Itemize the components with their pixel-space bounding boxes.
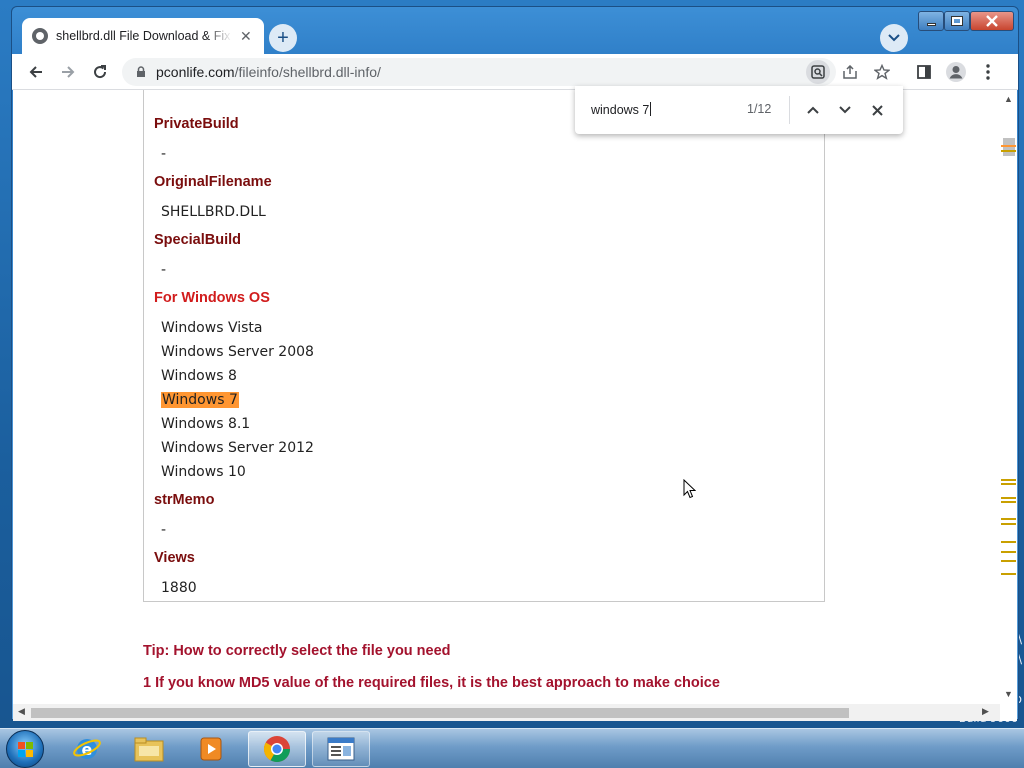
scroll-thumb[interactable]	[1003, 138, 1015, 156]
find-match-count: 1/12	[747, 102, 772, 116]
find-match-tick	[1001, 501, 1016, 503]
share-icon[interactable]	[838, 60, 862, 84]
profile-avatar-icon	[946, 62, 966, 82]
lock-icon	[134, 65, 148, 79]
find-match-tick	[1001, 541, 1016, 543]
url-path: /fileinfo/shellbrd.dll-info/	[234, 64, 381, 80]
forward-button[interactable]	[56, 60, 80, 84]
field-label: strMemo	[154, 492, 215, 508]
find-match-tick	[1001, 523, 1016, 525]
find-bar: windows 7 1/12	[575, 86, 903, 134]
os-item: Windows 10	[161, 464, 246, 480]
new-tab-button[interactable]: +	[269, 24, 297, 52]
field-label: Views	[154, 550, 195, 566]
menu-button[interactable]	[976, 60, 1000, 84]
start-button[interactable]	[6, 730, 44, 768]
os-item: Windows Server 2008	[161, 344, 314, 360]
back-button[interactable]	[24, 60, 48, 84]
windows-logo-icon	[18, 742, 34, 758]
field-value: -	[161, 522, 167, 538]
field-value: -	[161, 262, 167, 278]
os-item-highlighted: Windows 7	[161, 392, 239, 408]
field-value: 1880	[161, 580, 197, 596]
side-panel-icon	[917, 65, 931, 79]
media-player-icon	[200, 737, 222, 761]
window-app-icon	[327, 737, 355, 761]
chevron-down-icon	[839, 106, 851, 114]
chevron-up-icon	[807, 106, 819, 114]
find-divider	[789, 96, 790, 124]
forward-arrow-icon	[62, 66, 75, 78]
url-text: pconlife.com/fileinfo/shellbrd.dll-info/	[156, 64, 381, 80]
vertical-scrollbar[interactable]: ▲ ▼	[1000, 90, 1017, 704]
internet-explorer-icon: e	[73, 739, 101, 759]
field-value: SHELLBRD.DLL	[161, 204, 266, 220]
os-item: Windows Server 2012	[161, 440, 314, 456]
address-bar[interactable]: pconlife.com/fileinfo/shellbrd.dll-info/	[122, 58, 890, 86]
taskbar-media-player[interactable]	[182, 731, 240, 767]
scroll-up-arrow-icon[interactable]: ▲	[1004, 94, 1013, 104]
close-icon	[986, 15, 998, 27]
tab-close-icon[interactable]: ✕	[240, 28, 252, 45]
field-label: PrivateBuild	[154, 116, 239, 132]
tab-search-button[interactable]	[880, 24, 908, 52]
minimize-button[interactable]	[918, 11, 944, 31]
find-match-tick	[1001, 518, 1016, 520]
field-label: SpecialBuild	[154, 232, 242, 248]
taskbar-chrome[interactable]	[248, 731, 306, 767]
chrome-icon	[263, 736, 291, 763]
taskbar-app-window[interactable]	[312, 731, 370, 767]
find-previous-button[interactable]	[801, 98, 825, 122]
find-match-tick	[1001, 145, 1016, 147]
find-in-page-icon[interactable]	[806, 60, 830, 84]
profile-button[interactable]	[944, 60, 968, 84]
browser-toolbar: pconlife.com/fileinfo/shellbrd.dll-info/	[12, 54, 1018, 90]
tip-title: Tip: How to correctly select the file yo…	[143, 643, 451, 659]
horizontal-scroll-thumb[interactable]	[31, 708, 849, 718]
scroll-left-arrow-icon[interactable]: ◀	[18, 706, 25, 717]
os-label: For Windows OS	[154, 290, 270, 306]
field-value: -	[161, 146, 167, 162]
maximize-button[interactable]	[944, 11, 970, 31]
find-match-tick	[1001, 483, 1016, 485]
globe-icon	[32, 28, 48, 44]
page-viewport: PrivateBuild - OriginalFilename SHELLBRD…	[13, 90, 1017, 721]
browser-tab[interactable]: shellbrd.dll File Download & Fix I ✕	[22, 18, 264, 54]
kebab-menu-icon	[986, 64, 990, 80]
os-item: Windows Vista	[161, 320, 263, 336]
side-panel-button[interactable]	[912, 60, 936, 84]
scroll-right-arrow-icon[interactable]: ▶	[982, 706, 989, 717]
find-match-tick	[1001, 479, 1016, 481]
url-domain: pconlife.com	[156, 64, 235, 80]
os-item: Windows 8	[161, 368, 237, 384]
find-close-button[interactable]	[865, 98, 889, 122]
horizontal-scrollbar[interactable]: ◀ ▶	[13, 704, 1000, 721]
find-match-tick	[1001, 150, 1016, 152]
reload-icon	[94, 65, 107, 79]
find-next-button[interactable]	[833, 98, 857, 122]
find-match-tick	[1001, 560, 1016, 562]
reload-button[interactable]	[88, 60, 112, 84]
tip-line: 1 If you know MD5 value of the required …	[143, 675, 720, 691]
chrome-window: shellbrd.dll File Download & Fix I ✕ + p…	[11, 6, 1019, 721]
bookmark-star-icon[interactable]	[870, 60, 894, 84]
find-match-tick	[1001, 497, 1016, 499]
find-match-tick	[1001, 573, 1016, 575]
back-arrow-icon	[29, 66, 42, 78]
close-window-button[interactable]	[970, 11, 1014, 31]
find-match-tick	[1001, 551, 1016, 553]
find-input[interactable]: windows 7	[591, 102, 651, 117]
field-label: OriginalFilename	[154, 174, 272, 190]
windows-taskbar: e	[0, 728, 1024, 768]
tab-title: shellbrd.dll File Download & Fix I	[56, 29, 232, 43]
close-icon	[871, 104, 883, 116]
scroll-down-arrow-icon[interactable]: ▼	[1004, 689, 1013, 699]
mouse-pointer-icon	[683, 479, 696, 499]
taskbar-internet-explorer[interactable]: e	[58, 731, 116, 767]
os-item: Windows 8.1	[161, 416, 251, 432]
folder-icon	[134, 737, 164, 762]
taskbar-file-explorer[interactable]	[120, 731, 178, 767]
chevron-down-icon	[888, 34, 900, 42]
